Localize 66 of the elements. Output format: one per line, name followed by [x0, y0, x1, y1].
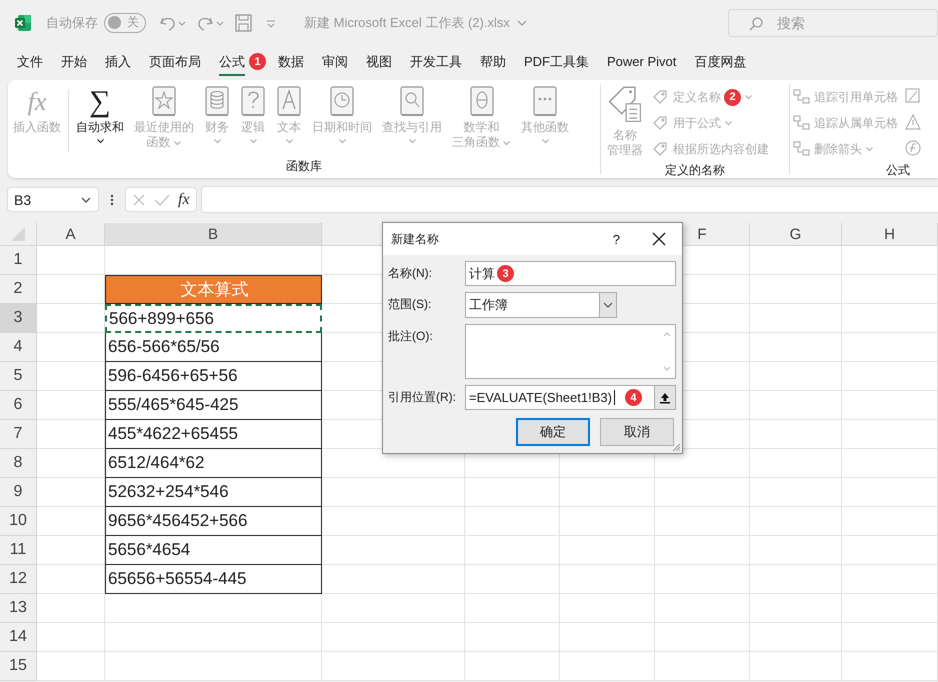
ribbon-tab[interactable]: 审阅 [322, 48, 348, 76]
ribbon-tab[interactable]: 插入 [105, 48, 131, 76]
ribbon-tab[interactable]: 数据 [278, 48, 304, 76]
dialog-button[interactable]: 取消 [600, 418, 674, 446]
ribbon-tab[interactable]: 公式 [219, 48, 245, 76]
row-header[interactable]: 4 [0, 333, 37, 362]
ribbon-tab[interactable]: 页面布局 [149, 48, 201, 76]
row-header[interactable]: 9 [0, 478, 37, 507]
group-title: 定义的名称 [664, 162, 726, 178]
table-cell: 9656*456452+566 [105, 507, 322, 536]
ribbon-button[interactable]: ∑ 自动求和 [71, 84, 129, 145]
ribbon-tab[interactable]: Power Pivot [607, 49, 676, 74]
ribbon-tab[interactable]: 开始 [61, 48, 87, 76]
field-label: 名称(N): [388, 265, 433, 282]
field-label: 引用位置(R): [388, 389, 457, 406]
autosave-label: 自动保存 [46, 14, 98, 32]
table-cell: 52632+254*546 [105, 478, 322, 507]
dialog-button[interactable]: 确定 [516, 418, 590, 446]
column-header[interactable]: H [842, 223, 938, 245]
table-cell: 5656*4654 [105, 536, 322, 565]
row-header[interactable]: 1 [0, 246, 37, 275]
row-header[interactable]: 8 [0, 449, 37, 478]
window-title: 新建 Microsoft Excel 工作表 (2).xlsx [304, 14, 510, 32]
row-header[interactable]: 5 [0, 362, 37, 391]
ribbon-tab[interactable]: PDF工具集 [524, 48, 589, 76]
insert-function-button[interactable]: fx [178, 190, 190, 208]
group-title: 函数库 [285, 158, 323, 174]
row-header[interactable]: 15 [0, 652, 37, 681]
group-title: 公式 [885, 162, 911, 178]
row-header[interactable]: 2 [0, 275, 37, 304]
table-cell: 566+899+656 [105, 304, 322, 333]
ribbon-tab[interactable]: 开发工具 [410, 48, 462, 76]
column-header[interactable]: G [750, 223, 842, 245]
row-header[interactable]: 10 [0, 507, 37, 536]
column-header[interactable]: B [105, 223, 322, 245]
ribbon-tab[interactable]: 文件 [17, 48, 43, 76]
table-cell: 596-6456+65+56 [105, 362, 322, 391]
step-badge: 1 [249, 53, 266, 70]
table-cell: 6512/464*62 [105, 449, 322, 478]
field-label: 范围(S): [388, 296, 432, 313]
name-field[interactable]: 计算 3 [465, 261, 676, 286]
row-header[interactable]: 11 [0, 536, 37, 565]
search-field[interactable]: 搜索 [728, 8, 938, 36]
scope-dropdown[interactable]: 工作簿 [465, 292, 617, 318]
name-box[interactable]: B3 [7, 187, 99, 212]
table-cell: 656-566*65/56 [105, 333, 322, 362]
table-cell: 555/465*645-425 [105, 391, 322, 420]
header-cell: 文本算式 [105, 275, 322, 304]
step-badge: 4 [624, 389, 642, 406]
ribbon-tab[interactable]: 视图 [366, 48, 392, 76]
step-badge: 3 [497, 265, 514, 282]
row-header[interactable]: 13 [0, 594, 37, 623]
table-cell: 65656+56554-445 [105, 565, 322, 594]
dialog-title: 新建名称 [391, 230, 440, 248]
step-badge: 2 [724, 88, 741, 106]
row-header[interactable]: 6 [0, 391, 37, 420]
row-header[interactable]: 3 [0, 304, 37, 333]
help-button[interactable]: ? [612, 232, 620, 246]
ribbon-tab[interactable]: 百度网盘 [694, 48, 746, 76]
ribbon-tab[interactable]: 帮助 [480, 48, 506, 76]
reference-field[interactable]: =EVALUATE(Sheet1!B3) 4 [465, 385, 676, 410]
row-header[interactable]: 12 [0, 565, 37, 594]
table-cell: 455*4622+65455 [105, 420, 322, 449]
row-header[interactable]: 14 [0, 623, 37, 652]
field-label: 批注(O): [388, 328, 434, 345]
row-header[interactable]: 7 [0, 420, 37, 449]
